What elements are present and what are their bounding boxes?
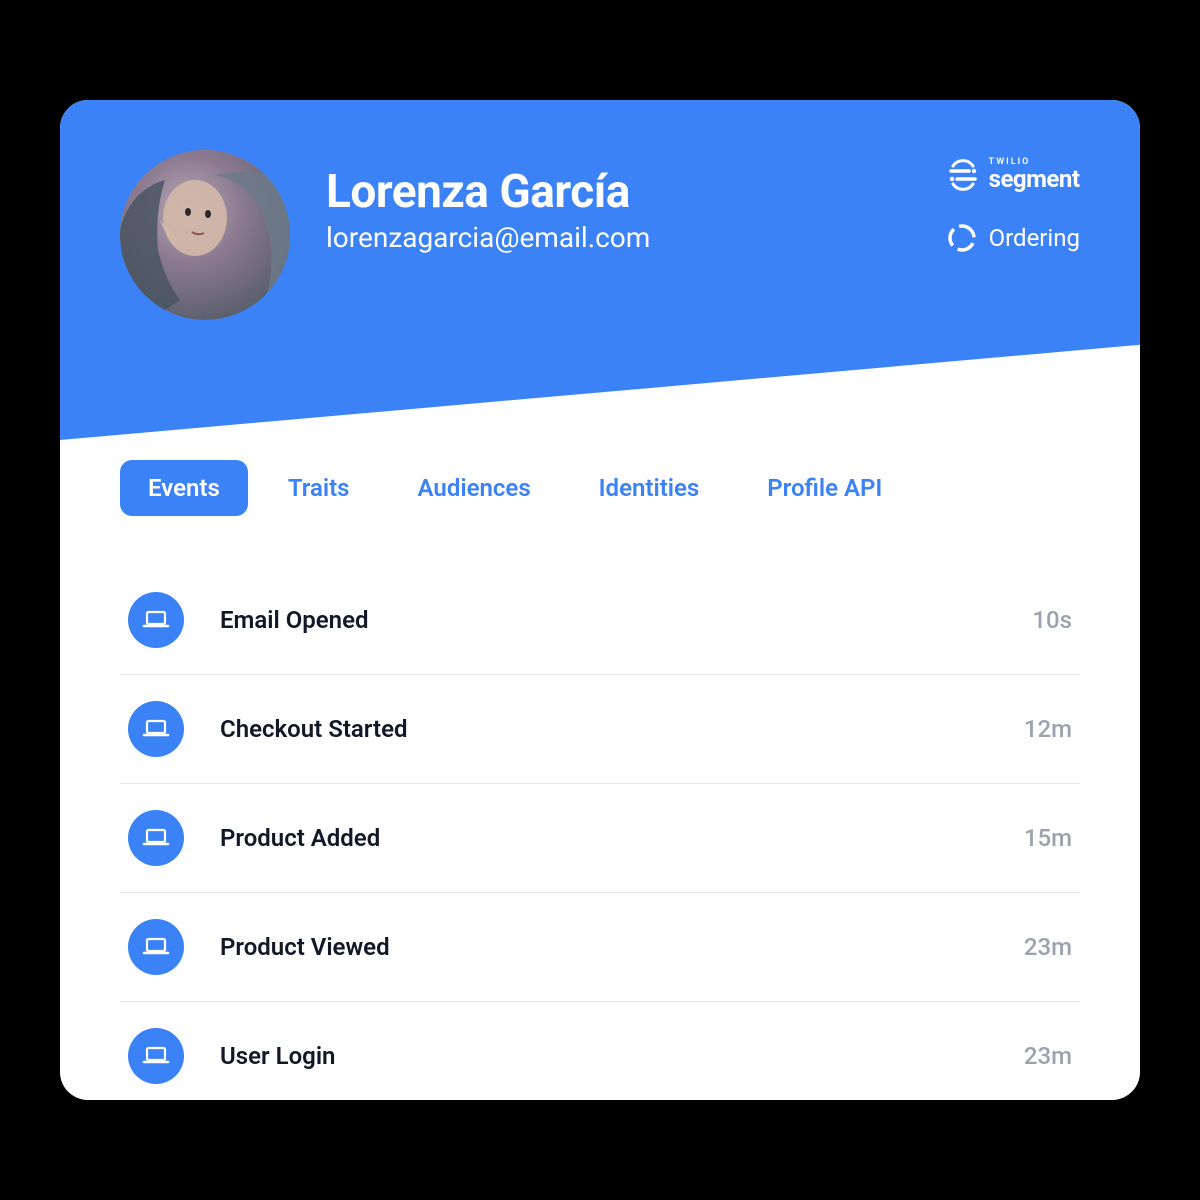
user-name: Lorenza García: [326, 165, 947, 219]
ordering-logo-name: Ordering: [989, 224, 1080, 252]
tab-label: Identities: [599, 474, 700, 502]
tab-events[interactable]: Events: [120, 460, 248, 516]
tab-audiences[interactable]: Audiences: [390, 460, 559, 516]
laptop-icon: [128, 592, 184, 648]
tab-identities[interactable]: Identities: [571, 460, 728, 516]
event-time: 12m: [1024, 715, 1072, 743]
event-row[interactable]: Checkout Started12m: [120, 675, 1080, 784]
events-list: Email Opened10s Checkout Started12m Prod…: [60, 566, 1140, 1100]
event-time: 23m: [1024, 1042, 1072, 1070]
laptop-icon: [128, 810, 184, 866]
event-row[interactable]: Product Viewed23m: [120, 893, 1080, 1002]
user-info: Lorenza García lorenzagarcia@email.com: [326, 165, 947, 254]
event-name: Product Viewed: [220, 933, 1024, 961]
segment-icon: [947, 159, 979, 191]
user-email: lorenzagarcia@email.com: [326, 221, 947, 254]
event-row[interactable]: Product Added15m: [120, 784, 1080, 893]
event-name: Checkout Started: [220, 715, 1024, 743]
segment-logo-text: TWILIO segment: [989, 158, 1080, 191]
tab-label: Profile API: [767, 474, 882, 502]
event-name: User Login: [220, 1042, 1024, 1070]
laptop-icon: [128, 919, 184, 975]
event-time: 15m: [1024, 824, 1072, 852]
tab-label: Events: [148, 474, 220, 502]
header: Lorenza García lorenzagarcia@email.com T…: [60, 100, 1140, 320]
ordering-icon: [947, 223, 977, 253]
tab-label: Traits: [288, 474, 350, 502]
tabs-container: Events Traits Audiences Identities Profile A…: [60, 460, 1140, 516]
event-row[interactable]: User Login23m: [120, 1002, 1080, 1100]
laptop-icon: [128, 1028, 184, 1084]
event-time: 23m: [1024, 933, 1072, 961]
event-name: Product Added: [220, 824, 1024, 852]
tab-label: Audiences: [418, 474, 531, 502]
segment-logo-name: segment: [989, 167, 1080, 191]
avatar-placeholder-icon: [120, 150, 290, 320]
event-row[interactable]: Email Opened10s: [120, 566, 1080, 675]
tab-traits[interactable]: Traits: [260, 460, 378, 516]
ordering-logo: Ordering: [947, 223, 1080, 253]
segment-logo: TWILIO segment: [947, 158, 1080, 191]
event-time: 10s: [1032, 606, 1072, 634]
laptop-icon: [128, 701, 184, 757]
tab-profile-api[interactable]: Profile API: [739, 460, 910, 516]
event-name: Email Opened: [220, 606, 1032, 634]
avatar: [120, 150, 290, 320]
profile-card: Lorenza García lorenzagarcia@email.com T…: [60, 100, 1140, 1100]
tabs: Events Traits Audiences Identities Profile A…: [120, 460, 1080, 516]
logos-area: TWILIO segment Ordering: [947, 158, 1080, 253]
